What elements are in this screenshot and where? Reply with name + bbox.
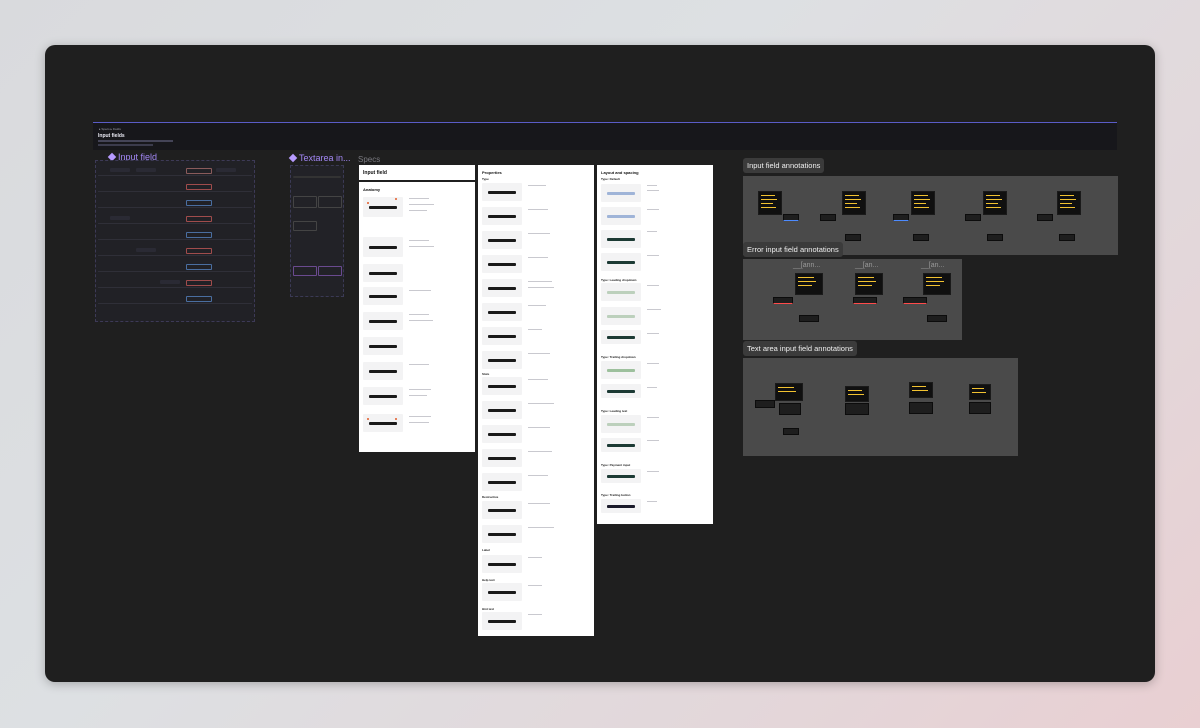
card-title: Anatomy — [363, 187, 381, 192]
input-annotations-label[interactable]: Input field annotations — [743, 158, 825, 173]
group-label: Hint text — [482, 607, 494, 611]
annotation-note — [795, 273, 823, 295]
group-label: Type: Leading text — [601, 409, 628, 413]
annotation-note — [969, 384, 991, 400]
card-title: Layout and spacing — [601, 170, 639, 175]
spec-card-anatomy[interactable]: Anatomy — [359, 182, 475, 452]
group-label: Type — [482, 177, 489, 181]
group-label: Help text — [482, 578, 495, 582]
card-title: Properties — [482, 170, 502, 175]
annotation-note — [911, 191, 935, 215]
group-label: Type: Trailing button — [601, 493, 631, 497]
annotation-note — [983, 191, 1007, 215]
specs-label: Specs — [358, 155, 381, 164]
textarea-instances-title[interactable]: Textarea in... — [288, 153, 351, 163]
frame-name: __[an... — [855, 262, 879, 269]
group-label: Destructive — [482, 495, 499, 499]
group-label: Type: Leading dropdown — [601, 278, 637, 282]
textarea-annotations-label[interactable]: Text area input field annotations — [743, 341, 857, 356]
page-header-frame[interactable]: ▸ Specs ▸ Fields Input fields — [93, 122, 1117, 150]
error-annotations-label[interactable]: Error input field annotations — [743, 242, 843, 257]
annotation-note — [758, 191, 782, 215]
annotation-note — [855, 273, 883, 295]
spec-card-properties[interactable]: Properties Type Stats Destructive Label … — [478, 165, 594, 636]
annotation-note — [845, 386, 869, 402]
frame-name: __[ann... — [793, 262, 821, 269]
annotation-note — [1057, 191, 1081, 215]
annotation-note — [842, 191, 866, 215]
card-title: Input field — [363, 170, 387, 176]
frame-name: __[an... — [921, 262, 945, 269]
group-label: Label — [482, 548, 490, 552]
spec-card-layout-spacing[interactable]: Layout and spacing Type: Default Type: L… — [597, 165, 713, 524]
annotation-note — [909, 382, 933, 398]
component-icon — [288, 153, 298, 163]
figma-canvas-window[interactable]: ▸ Specs ▸ Fields Input fields Input fiel… — [45, 45, 1155, 682]
error-annotations-panel[interactable]: __[ann... __[an... __[an... — [743, 259, 962, 340]
header-description-line — [98, 140, 173, 142]
input-field-instances-frame[interactable] — [95, 160, 255, 322]
annotation-note — [923, 273, 951, 295]
header-description-line — [98, 144, 153, 146]
group-label: Type: Payment input — [601, 463, 631, 467]
textarea-annotations-panel[interactable] — [743, 358, 1018, 456]
annotation-note — [775, 383, 803, 401]
group-label: Stats — [482, 372, 490, 376]
textarea-instances-frame[interactable] — [290, 165, 344, 297]
section-title-text: Textarea in... — [299, 153, 351, 163]
spec-card-input-field[interactable]: Input field — [359, 165, 475, 180]
group-label: Type: Default — [601, 177, 620, 181]
page-title: Input fields — [98, 133, 125, 139]
breadcrumb: ▸ Specs ▸ Fields — [99, 127, 121, 131]
group-label: Type: Trailing dropdown — [601, 355, 636, 359]
